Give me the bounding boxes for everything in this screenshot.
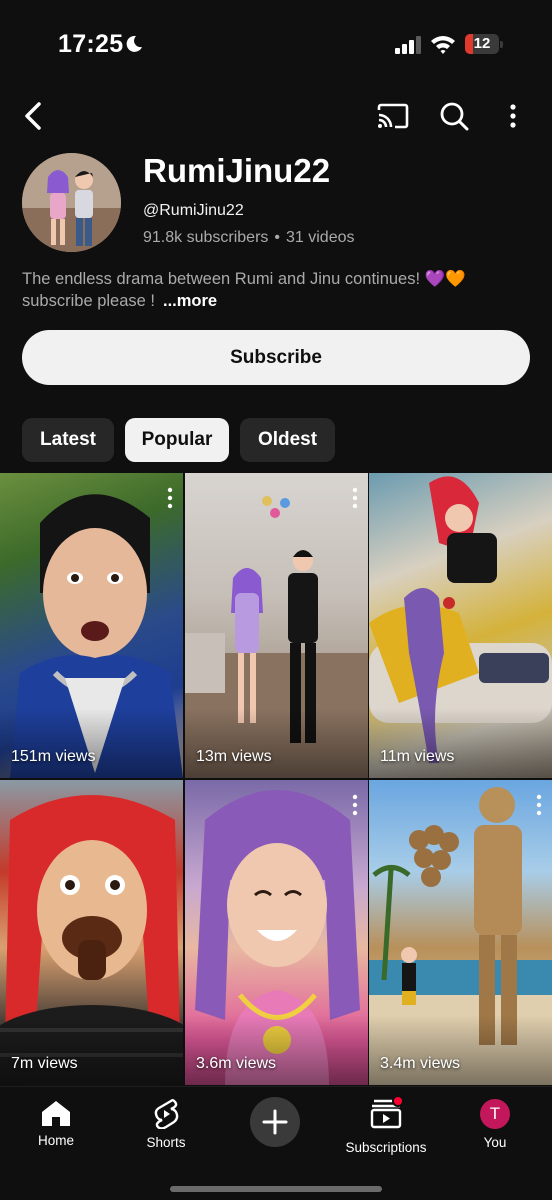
you-avatar: T bbox=[480, 1099, 510, 1129]
nav-you-label: You bbox=[483, 1135, 507, 1150]
subscribe-button[interactable]: Subscribe bbox=[22, 330, 530, 385]
subscriber-count: 91.8k subscribers bbox=[143, 229, 269, 246]
home-indicator bbox=[170, 1186, 382, 1192]
search-icon bbox=[440, 102, 469, 131]
shorts-icon bbox=[154, 1099, 179, 1129]
nav-home-label: Home bbox=[37, 1133, 74, 1148]
stats-separator: • bbox=[274, 229, 280, 246]
channel-avatar[interactable] bbox=[22, 153, 121, 252]
avatar-illustration bbox=[22, 153, 121, 252]
view-count: 3.4m views bbox=[380, 1055, 461, 1072]
nav-subscriptions[interactable]: Subscriptions bbox=[342, 1095, 430, 1155]
chip-popular[interactable]: Popular bbox=[125, 418, 229, 462]
create-button[interactable] bbox=[250, 1097, 300, 1147]
chip-latest[interactable]: Latest bbox=[22, 418, 114, 462]
video-thumbnail[interactable]: 7m views bbox=[0, 780, 183, 1085]
view-count: 7m views bbox=[11, 1055, 78, 1072]
status-bar: 17:25 12 bbox=[0, 0, 552, 90]
video-thumbnail[interactable]: 3.4m views bbox=[369, 780, 552, 1085]
video-more-icon[interactable] bbox=[536, 794, 542, 816]
video-thumbnail[interactable]: 3.6m views bbox=[185, 780, 368, 1085]
view-count: 3.6m views bbox=[196, 1055, 277, 1072]
cast-button[interactable] bbox=[372, 96, 414, 136]
home-icon bbox=[42, 1101, 70, 1126]
video-thumbnail[interactable]: 13m views bbox=[185, 473, 368, 778]
back-arrow-icon bbox=[25, 102, 41, 130]
view-count: 13m views bbox=[196, 748, 272, 765]
battery-level: 12 bbox=[473, 35, 491, 52]
battery-icon: 12 bbox=[465, 34, 503, 54]
channel-name: RumiJinu22 bbox=[143, 152, 331, 189]
video-count: 31 videos bbox=[286, 229, 355, 246]
nav-home[interactable]: Home bbox=[30, 1099, 82, 1148]
signal-icon bbox=[395, 36, 421, 54]
nav-you[interactable]: T You bbox=[473, 1099, 517, 1150]
notification-dot bbox=[392, 1095, 404, 1107]
channel-handle: @RumiJinu22 bbox=[143, 202, 244, 219]
cast-icon bbox=[377, 103, 409, 129]
nav-shorts[interactable]: Shorts bbox=[138, 1099, 194, 1150]
more-link[interactable]: ...more bbox=[163, 292, 217, 310]
video-more-icon[interactable] bbox=[352, 794, 358, 816]
status-time: 17:25 bbox=[58, 30, 124, 58]
view-count: 151m views bbox=[11, 748, 96, 765]
video-thumbnail[interactable]: 11m views bbox=[369, 473, 552, 778]
video-more-icon[interactable] bbox=[352, 487, 358, 509]
nav-subscriptions-label: Subscriptions bbox=[345, 1140, 427, 1155]
search-button[interactable] bbox=[434, 96, 474, 136]
channel-description[interactable]: The endless drama between Rumi and Jinu … bbox=[22, 268, 522, 312]
chip-oldest[interactable]: Oldest bbox=[240, 418, 335, 462]
back-button[interactable] bbox=[14, 96, 52, 136]
more-vertical-icon bbox=[510, 104, 516, 128]
nav-shorts-label: Shorts bbox=[146, 1135, 186, 1150]
view-count: 11m views bbox=[380, 748, 455, 765]
moon-icon bbox=[126, 35, 142, 52]
bottom-nav: Home Shorts Subscriptions T You bbox=[0, 1086, 552, 1200]
description-text: The endless drama between Rumi and Jinu … bbox=[22, 270, 466, 310]
video-thumbnail[interactable]: 151m views bbox=[0, 473, 183, 778]
wifi-icon bbox=[431, 36, 455, 54]
video-more-icon[interactable] bbox=[167, 487, 173, 509]
plus-icon bbox=[262, 1109, 288, 1135]
channel-stats: 91.8k subscribers • 31 videos bbox=[143, 229, 355, 247]
more-options-button[interactable] bbox=[496, 96, 530, 136]
